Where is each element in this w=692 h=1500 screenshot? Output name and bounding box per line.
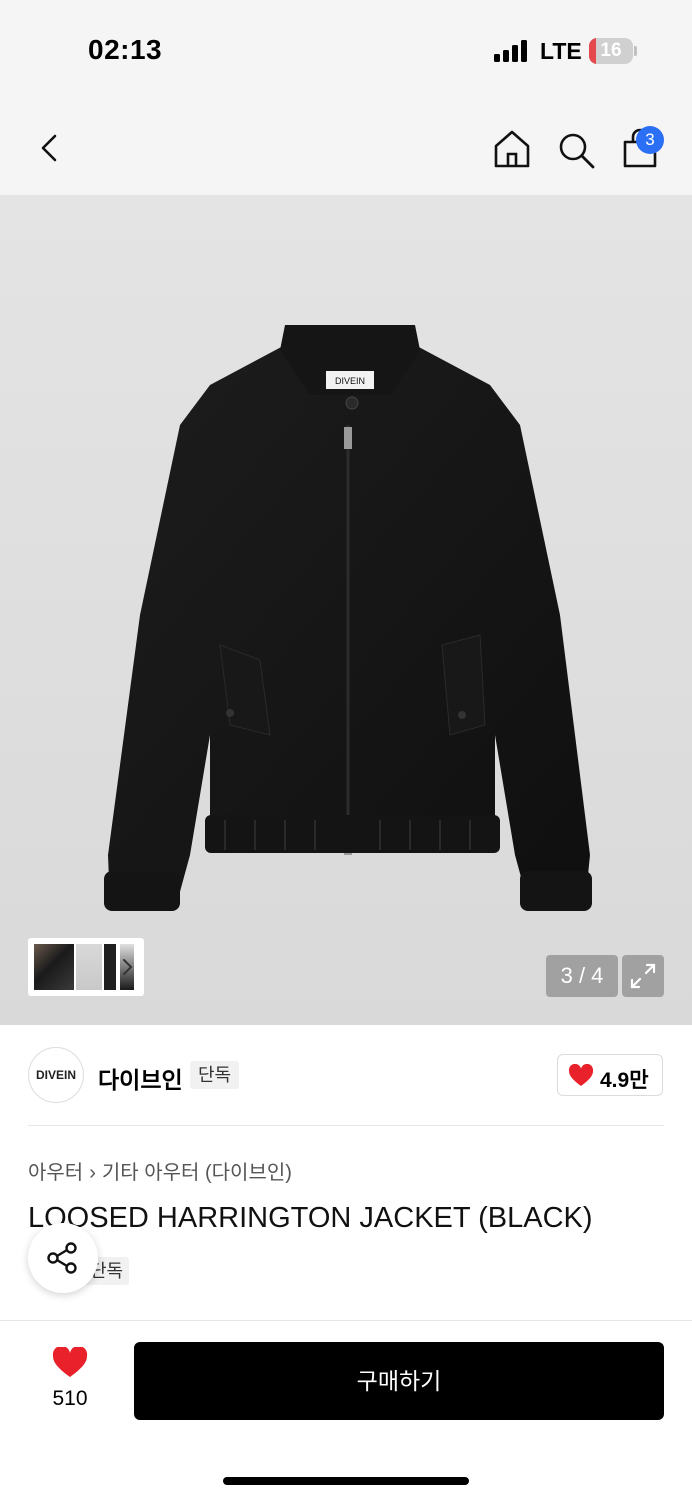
chevron-right-icon[interactable] (120, 957, 134, 977)
battery-tip (634, 46, 637, 56)
divider (28, 1125, 664, 1126)
brand-like-button[interactable]: 4.9만 (557, 1054, 663, 1096)
cart-count-badge: 3 (636, 126, 664, 154)
chevron-left-icon (41, 134, 57, 162)
status-time: 02:13 (88, 34, 163, 65)
exclusive-badge: 단독 (190, 1061, 240, 1089)
expand-icon (630, 963, 656, 989)
wish-count: 510 (52, 1387, 88, 1410)
share-icon (47, 1242, 77, 1274)
back-button[interactable] (30, 128, 70, 168)
brand-like-count: 4.9만 (600, 1069, 649, 1092)
product-image: DIVEIN (104, 325, 592, 911)
brand-name[interactable]: 다이브인 (98, 1061, 183, 1095)
home-indicator[interactable] (223, 1477, 469, 1485)
home-button[interactable] (492, 128, 532, 170)
product-title: LOOSED HARRINGTON JACKET (BLACK) (28, 1202, 593, 1234)
top-nav-bar (0, 100, 692, 195)
network-type: LTE (540, 38, 582, 64)
breadcrumb-item[interactable]: 아우터 (28, 1162, 83, 1184)
image-counter: 3 / 4 (546, 955, 618, 997)
status-bar: 02:13 LTE 16 (0, 0, 692, 100)
buy-button[interactable]: 구매하기 (134, 1342, 664, 1420)
search-button[interactable] (556, 130, 596, 170)
thumbnail-image[interactable] (104, 944, 116, 990)
share-button[interactable] (28, 1223, 98, 1293)
heart-icon[interactable] (52, 1347, 88, 1379)
cellular-signal-icon (494, 40, 530, 62)
thumbnail-image[interactable] (76, 944, 102, 990)
bottom-purchase-bar: 510 구매하기 (0, 1320, 692, 1500)
collar-label: DIVEIN (335, 376, 365, 386)
breadcrumb-item[interactable]: 기타 아우터 (다이브인) (102, 1162, 292, 1184)
battery-icon: 16 (589, 38, 633, 64)
brand-logo[interactable]: DIVEIN (28, 1047, 84, 1103)
search-icon (559, 133, 595, 169)
breadcrumb: 아우터 › 기타 아우터 (다이브인) (28, 1156, 292, 1185)
brand-row[interactable]: DIVEIN 다이브인 단독 4.9만 (0, 1025, 692, 1125)
battery-level: 16 (600, 40, 622, 61)
chevron-right-icon: › (89, 1162, 96, 1184)
home-icon (494, 130, 530, 168)
expand-button[interactable] (622, 955, 664, 997)
thumbnail-image[interactable] (34, 944, 74, 990)
heart-icon (568, 1064, 594, 1086)
product-image-gallery[interactable]: DIVEIN 3 / 4 (0, 195, 692, 1025)
